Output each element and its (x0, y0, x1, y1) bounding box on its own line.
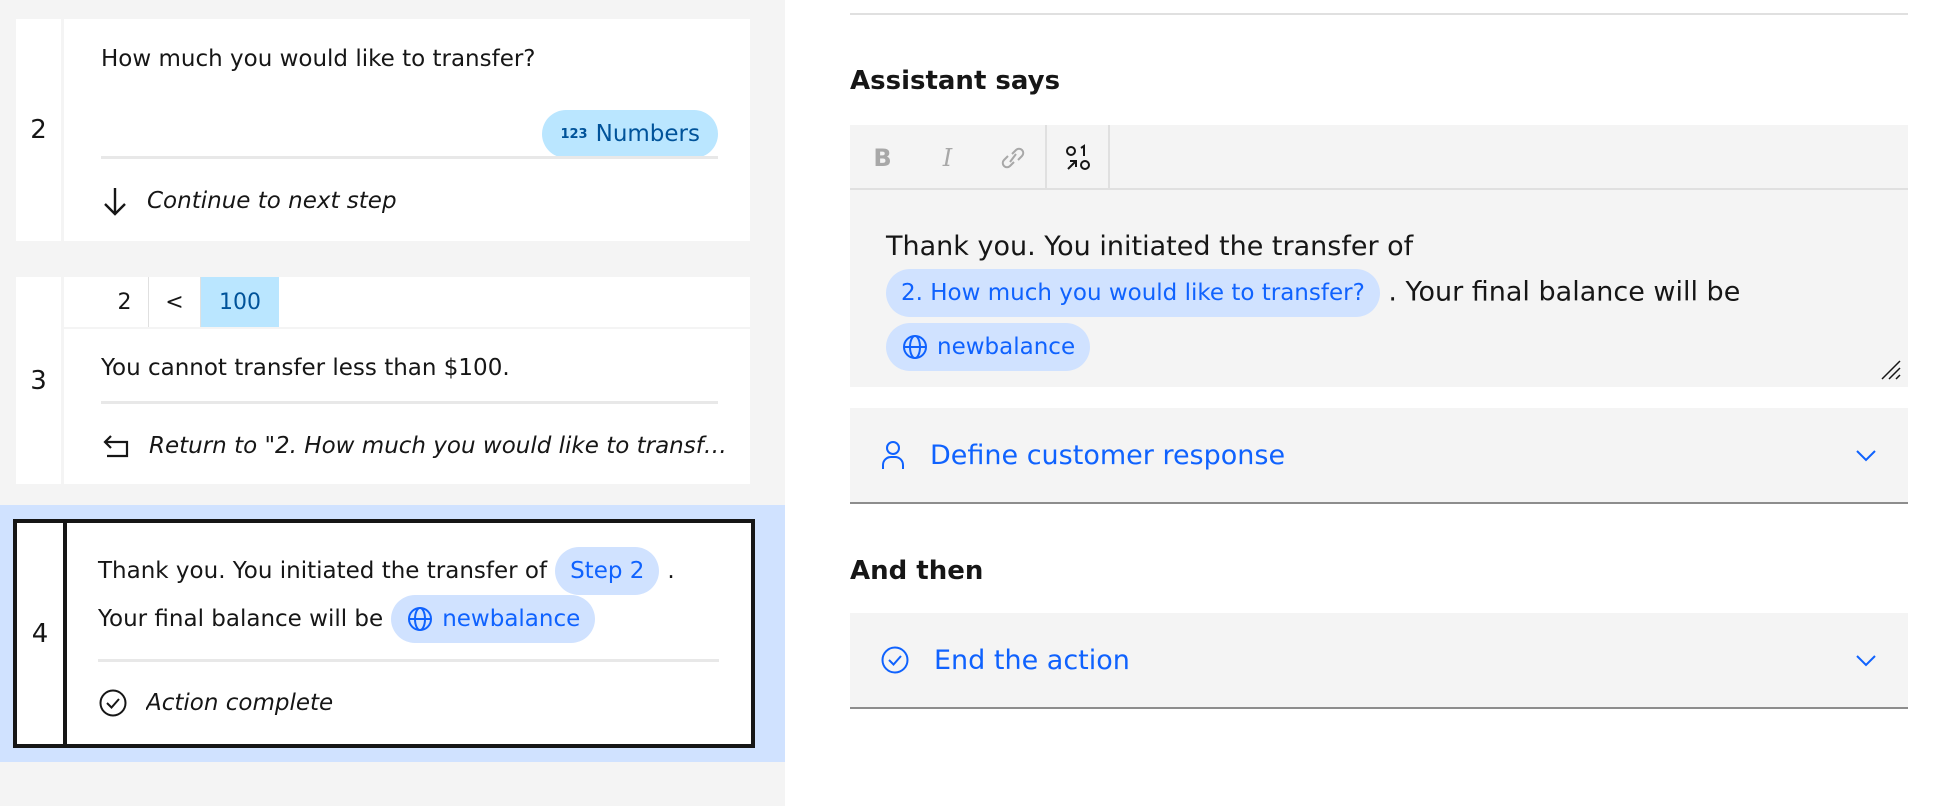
condition-row[interactable]: 2 < 100 (101, 277, 279, 327)
condition-operator: < (149, 277, 201, 327)
step-text-line2: Your final balance will be newbalance (98, 595, 596, 643)
step-number: 3 (16, 277, 64, 484)
editor-toolbar: B I (850, 125, 1908, 190)
divider (101, 401, 718, 404)
variable-chip[interactable]: newbalance (886, 323, 1091, 371)
bold-button[interactable]: B (850, 125, 915, 190)
divider (64, 327, 750, 329)
and-then-heading: And then (850, 556, 984, 586)
step-text: You cannot transfer less than $100. (101, 355, 510, 381)
step-card-2[interactable]: 2 How much you would like to transfer? 1… (16, 19, 750, 241)
footer-label: Continue to next step (147, 188, 397, 214)
step-text: Thank you. You initiated the transfer of (98, 558, 548, 584)
accordion-title: Define customer response (930, 439, 1286, 471)
step-text: Your final balance will be (98, 606, 384, 632)
variable-label: newbalance (937, 334, 1076, 360)
response-type-chip[interactable]: 123 Numbers (542, 110, 718, 158)
link-icon (1001, 147, 1024, 168)
editor-text-before: Thank you. You initiated the transfer of (886, 231, 1414, 262)
divider (850, 13, 1908, 15)
link-button[interactable] (980, 125, 1045, 190)
step-reference-chip[interactable]: Step 2 (555, 547, 660, 595)
globe-icon (408, 607, 433, 631)
variable-label: newbalance (442, 606, 581, 632)
step-reference-chip[interactable]: 2. How much you would like to transfer? (886, 269, 1380, 317)
return-icon (103, 435, 129, 458)
globe-icon (903, 335, 927, 359)
chevron-down-icon (1854, 652, 1878, 668)
divider (98, 659, 719, 662)
step-card-4[interactable]: 4 Thank you. You initiated the transfer … (13, 519, 755, 748)
checkmark-circle-icon (880, 645, 910, 675)
variable-chip[interactable]: newbalance (391, 595, 596, 643)
step-number: 4 (17, 523, 67, 744)
footer-label: Return to "2. How much you would like to… (149, 433, 730, 459)
insert-variable-icon (1065, 143, 1090, 170)
editor-content[interactable]: Thank you. You initiated the transfer of… (886, 225, 1868, 371)
divider (101, 156, 718, 159)
italic-icon: I (942, 143, 953, 172)
checkmark-circle-icon (99, 689, 127, 717)
italic-button[interactable]: I (915, 125, 980, 190)
arrow-down-icon (104, 188, 126, 216)
define-customer-response-accordion[interactable]: Define customer response (850, 408, 1908, 504)
step-text-end: . (667, 558, 675, 584)
assistant-says-heading: Assistant says (850, 66, 1061, 96)
condition-value: 100 (201, 277, 279, 327)
insert-variable-button[interactable] (1045, 125, 1110, 190)
step-text-line1: Thank you. You initiated the transfer of… (98, 547, 675, 595)
step-card-3[interactable]: 3 2 < 100 You cannot transfer less than … (16, 277, 750, 484)
steps-panel: 2 How much you would like to transfer? 1… (0, 0, 785, 806)
numbers-icon: 123 (560, 126, 588, 142)
step-footer: Action complete (98, 683, 731, 723)
chevron-down-icon (1854, 447, 1878, 463)
resize-handle-icon[interactable] (1878, 357, 1902, 381)
end-action-accordion[interactable]: End the action (850, 613, 1908, 709)
step-text: How much you would like to transfer? (101, 46, 536, 72)
assistant-says-editor[interactable]: B I Thank you. You initiated the transfe… (850, 125, 1908, 387)
step-number: 2 (16, 19, 64, 241)
user-icon (880, 439, 906, 471)
bold-icon: B (873, 143, 892, 172)
step-footer: Return to "2. How much you would like to… (101, 426, 730, 466)
response-type-label: Numbers (595, 121, 700, 147)
editor-text-after: . Your final balance will be (1388, 276, 1741, 308)
condition-step: 2 (101, 277, 149, 327)
accordion-title: End the action (934, 644, 1130, 676)
footer-label: Action complete (146, 690, 334, 716)
step-footer: Continue to next step (101, 181, 730, 221)
